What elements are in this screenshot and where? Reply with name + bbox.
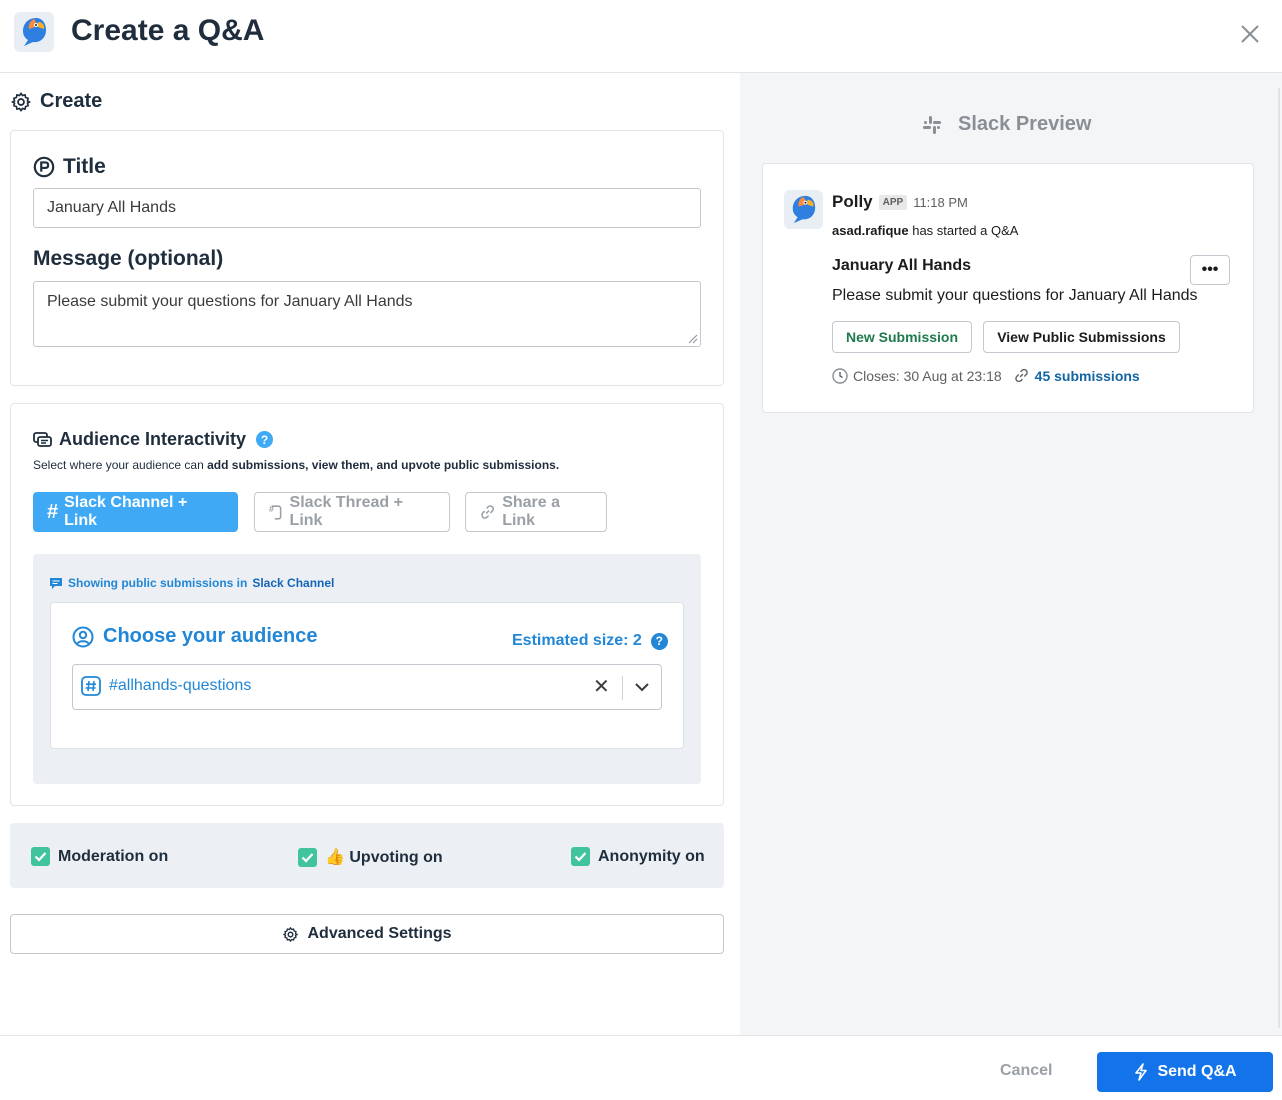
polly-p-icon bbox=[33, 156, 55, 178]
chat-bubbles-icon bbox=[33, 431, 52, 447]
mode-share-link-button[interactable]: Share a Link bbox=[465, 492, 607, 532]
upvoting-toggle[interactable]: 👍 Upvoting on bbox=[298, 847, 443, 867]
closes-text: Closes: 30 Aug at 23:18 bbox=[853, 367, 1002, 384]
resize-handle-icon[interactable] bbox=[688, 334, 698, 344]
select-divider bbox=[622, 676, 623, 700]
channel-hash-icon bbox=[81, 676, 101, 696]
audience-select[interactable]: #allhands-questions ✕ bbox=[72, 664, 662, 710]
cancel-button[interactable]: Cancel bbox=[1000, 1062, 1052, 1080]
selected-channel: #allhands-questions bbox=[81, 676, 251, 696]
speech-bubble-icon bbox=[50, 577, 62, 589]
slack-preview-label: Slack Preview bbox=[958, 113, 1092, 135]
gear-icon bbox=[11, 91, 31, 112]
mode-slack-channel-label: Slack Channel + Link bbox=[64, 494, 188, 529]
moderation-label: Moderation on bbox=[58, 847, 169, 865]
create-heading-label: Create bbox=[40, 90, 103, 112]
started-suffix: has started a Q&A bbox=[912, 223, 1019, 238]
clock-icon bbox=[832, 367, 848, 384]
submissions-link[interactable]: 45 submissions bbox=[1035, 368, 1140, 384]
user-circle-icon bbox=[72, 626, 94, 647]
moderation-toggle[interactable]: Moderation on bbox=[31, 847, 168, 866]
audience-desc-prefix: Select where your audience can bbox=[33, 458, 208, 472]
message-text: Please submit your questions for January… bbox=[47, 293, 413, 310]
choose-audience-card: Choose your audience Estimated size: 2 ?… bbox=[50, 602, 684, 749]
checkbox-checked-icon[interactable] bbox=[31, 847, 50, 866]
page-title: Create a Q&A bbox=[71, 14, 265, 47]
more-options-button[interactable]: ••• bbox=[1190, 255, 1230, 285]
scrollbar[interactable] bbox=[1278, 88, 1280, 1028]
estimated-size-label: Estimated size: 2 bbox=[512, 632, 642, 649]
audience-heading: Audience Interactivity ? bbox=[33, 429, 274, 450]
bot-name[interactable]: Polly bbox=[832, 192, 873, 212]
showing-target: Slack Channel bbox=[252, 576, 335, 590]
avatar bbox=[784, 190, 823, 229]
audience-description: Select where your audience can add submi… bbox=[33, 458, 559, 472]
preview-qa-title: January All Hands bbox=[832, 257, 972, 274]
message-textarea[interactable]: Please submit your questions for January… bbox=[33, 281, 701, 347]
closes-row: Closes: 30 Aug at 23:18 45 submissions bbox=[832, 367, 1140, 384]
started-text: asad.rafique has started a Q&A bbox=[832, 223, 1018, 238]
anonymity-toggle[interactable]: Anonymity on bbox=[571, 847, 705, 866]
audience-desc-bold: add submissions, view them, and upvote p… bbox=[207, 458, 560, 472]
toggle-bar: Moderation on 👍 Upvoting on Anonymity on bbox=[10, 823, 724, 888]
started-user[interactable]: asad.rafique bbox=[832, 223, 909, 238]
showing-notice: Showing public submissions in Slack Chan… bbox=[49, 576, 334, 590]
audience-card: Audience Interactivity ? Select where yo… bbox=[10, 403, 724, 806]
mode-slack-channel-button[interactable]: # Slack Channel + Link bbox=[33, 492, 238, 532]
lightning-icon bbox=[1135, 1063, 1148, 1081]
send-qa-button[interactable]: Send Q&A bbox=[1097, 1052, 1273, 1092]
gear-icon bbox=[283, 926, 299, 942]
slack-icon bbox=[923, 115, 941, 134]
showing-prefix: Showing public submissions in bbox=[68, 576, 248, 590]
title-label-row: Title bbox=[33, 155, 106, 179]
footer: Cancel Send Q&A bbox=[0, 1035, 1282, 1100]
selected-channel-label: #allhands-questions bbox=[109, 677, 252, 694]
svg-text:#: # bbox=[269, 504, 274, 514]
header: Create a Q&A bbox=[0, 0, 1282, 73]
anonymity-label: Anonymity on bbox=[598, 847, 705, 865]
help-icon[interactable]: ? bbox=[650, 632, 668, 650]
channel-settings-box: Showing public submissions in Slack Chan… bbox=[33, 554, 701, 784]
message-label: Message (optional) bbox=[33, 247, 224, 270]
clear-selection-icon[interactable]: ✕ bbox=[593, 677, 610, 697]
bot-header: Polly APP 11:18 PM bbox=[832, 192, 968, 212]
send-qa-label: Send Q&A bbox=[1157, 1063, 1237, 1080]
title-label: Title bbox=[63, 155, 106, 178]
title-input[interactable]: January All Hands bbox=[33, 188, 701, 228]
link-icon bbox=[481, 505, 494, 519]
mode-share-link-label: Share a Link bbox=[502, 494, 560, 529]
view-public-submissions-button[interactable]: View Public Submissions bbox=[983, 321, 1180, 353]
choose-audience-label: Choose your audience bbox=[103, 625, 318, 647]
audience-heading-label: Audience Interactivity bbox=[59, 429, 247, 449]
message-label-row: Message (optional) bbox=[33, 247, 223, 271]
create-heading: Create bbox=[10, 90, 102, 113]
mode-slack-thread-label: Slack Thread + Link bbox=[289, 494, 403, 529]
advanced-settings-button[interactable]: Advanced Settings bbox=[10, 914, 724, 954]
message-timestamp[interactable]: 11:18 PM bbox=[913, 195, 968, 210]
preview-qa-message: Please submit your questions for January… bbox=[832, 287, 1198, 304]
estimated-size: Estimated size: 2 ? bbox=[512, 632, 668, 650]
upvoting-label: 👍 Upvoting on bbox=[325, 849, 443, 866]
title-card: Title January All Hands Message (optiona… bbox=[10, 130, 724, 386]
advanced-settings-label: Advanced Settings bbox=[307, 925, 452, 942]
close-icon[interactable] bbox=[1238, 22, 1262, 46]
polly-logo bbox=[14, 12, 54, 52]
hash-icon: # bbox=[47, 500, 59, 523]
app-badge: APP bbox=[878, 194, 908, 210]
thread-icon: # bbox=[269, 504, 282, 520]
link-icon bbox=[1014, 368, 1028, 383]
checkbox-checked-icon[interactable] bbox=[298, 847, 317, 867]
choose-audience-heading: Choose your audience bbox=[72, 625, 318, 648]
new-submission-button[interactable]: New Submission bbox=[832, 321, 972, 353]
slack-preview-heading: Slack Preview bbox=[922, 113, 1091, 136]
mode-slack-thread-button[interactable]: # Slack Thread + Link bbox=[254, 492, 450, 532]
checkbox-checked-icon[interactable] bbox=[571, 847, 590, 866]
help-icon[interactable]: ? bbox=[256, 431, 274, 448]
slack-message-card: Polly APP 11:18 PM asad.rafique has star… bbox=[762, 163, 1254, 413]
chevron-down-icon[interactable] bbox=[633, 678, 651, 696]
